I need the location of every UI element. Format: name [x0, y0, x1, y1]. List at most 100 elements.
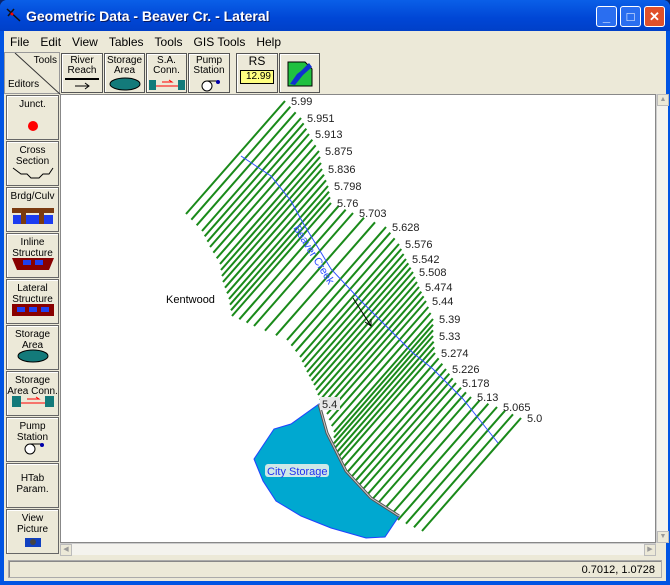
pump-station-editor-button[interactable]: Pump Station — [6, 417, 59, 462]
tools-editors-corner: Tools Editors — [4, 52, 61, 95]
editor-label: Storage — [14, 329, 51, 340]
rs-label: RS — [248, 54, 266, 68]
app-icon — [6, 8, 21, 22]
pump-station-button[interactable]: Pump Station — [188, 53, 230, 93]
status-bar: 0.7012, 1.0728 — [8, 560, 662, 578]
editor-label: Brdg/Culv — [10, 191, 55, 202]
junction-editor-button[interactable]: Junct. — [6, 95, 59, 140]
cross-section-label: 5.178 — [462, 378, 490, 390]
storage-area-connection-icon — [11, 393, 55, 412]
cross-section-label: 5.798 — [334, 181, 362, 193]
sa-conn-button[interactable]: S.A. Conn. — [146, 53, 187, 93]
lateral-structure-icon — [11, 303, 55, 320]
cross-section-label: 5.44 — [432, 296, 453, 308]
cross-section-line[interactable] — [335, 352, 436, 467]
minimize-button[interactable]: _ — [596, 6, 617, 27]
menu-bar: File Edit View Tables Tools GIS Tools He… — [4, 33, 286, 51]
editor-label: HTab — [20, 473, 45, 484]
storage-area-connection-editor-button[interactable]: Storage Area Conn. — [6, 371, 59, 416]
lateral-structure-label: 5.4 — [322, 399, 337, 411]
rs-tag-icon: 12.99 — [240, 70, 274, 84]
rs-button[interactable]: RS 12.99 — [236, 53, 278, 93]
menu-gis-tools[interactable]: GIS Tools — [188, 33, 251, 51]
town-label: Kentwood — [166, 294, 215, 306]
tools-label: Tools — [33, 55, 57, 66]
scroll-up-button[interactable]: ▲ — [657, 94, 669, 106]
schematic-map[interactable]: 5.99 5.951 5.913 5.875 5.836 5.798 5.765.703 5.… — [61, 95, 656, 543]
cross-section-label: 5.508 — [419, 267, 447, 279]
title-bar: Geometric Data - Beaver Cr. - Lateral _ … — [0, 0, 670, 31]
bridge-culvert-icon — [11, 207, 55, 228]
scroll-down-button[interactable]: ▼ — [657, 531, 669, 543]
cross-section-label: 5.576 — [405, 239, 433, 251]
bridge-culvert-editor-button[interactable]: Brdg/Culv — [6, 187, 59, 232]
menu-edit[interactable]: Edit — [34, 33, 66, 51]
horizontal-scrollbar[interactable]: ◀ ▶ — [60, 543, 656, 556]
scroll-left-button[interactable]: ◀ — [60, 544, 72, 556]
cross-section-line[interactable] — [203, 122, 305, 237]
gis-map-button[interactable] — [279, 53, 320, 93]
storage-area-label2: Area — [113, 65, 136, 76]
cross-section-line[interactable] — [366, 391, 467, 506]
cross-section-editor-button[interactable]: Cross Section — [6, 141, 59, 186]
cross-section-line[interactable] — [313, 271, 414, 386]
menu-tables[interactable]: Tables — [103, 33, 149, 51]
cross-section-label: 5.951 — [307, 113, 335, 125]
lateral-structure-editor-button[interactable]: Lateral Structure — [6, 279, 59, 324]
window: Geometric Data - Beaver Cr. - Lateral _ … — [0, 0, 670, 585]
sa-conn-label2: Conn. — [153, 65, 180, 76]
cross-section-label: 5.13 — [477, 392, 498, 404]
editor-label: Pump — [19, 421, 46, 432]
cross-section-label: 5.226 — [452, 364, 480, 376]
close-button[interactable]: ✕ — [644, 6, 665, 27]
river-reach-button[interactable]: River Reach — [61, 53, 103, 93]
editors-label: Editors — [8, 79, 40, 90]
cross-section-label: 5.875 — [325, 146, 353, 158]
storage-area-editor-button[interactable]: Storage Area — [6, 325, 59, 370]
inline-structure-editor-button[interactable]: Inline Structure — [6, 233, 59, 278]
menu-view[interactable]: View — [66, 33, 103, 51]
sa-connection-icon — [148, 79, 185, 90]
scroll-right-button[interactable]: ▶ — [644, 544, 656, 556]
cross-section-label: 5.474 — [425, 282, 453, 294]
editor-label: Cross — [19, 145, 46, 156]
cross-section-label: 5.76 — [337, 198, 358, 210]
editors-panel: Junct. Cross Section Brdg/Culv Inline Structu… — [6, 95, 59, 555]
cross-section-icon — [11, 165, 55, 182]
editor-label: View — [21, 513, 44, 524]
htab-param-editor-button[interactable]: HTab Param. — [6, 463, 59, 508]
menu-tools[interactable]: Tools — [149, 33, 188, 51]
cross-section-label: 5.0 — [527, 413, 542, 425]
cross-section-label: 5.33 — [439, 331, 460, 343]
window-title: Geometric Data - Beaver Cr. - Lateral — [26, 8, 270, 24]
river-reach-icon — [65, 78, 99, 90]
view-picture-editor-button[interactable]: View Picture — [6, 509, 59, 554]
cross-section-label: 5.39 — [439, 314, 460, 326]
pump-station-label2: Station — [193, 65, 225, 76]
storage-area-button[interactable]: Storage Area — [104, 53, 145, 93]
junction-icon — [26, 119, 40, 136]
maximize-button[interactable]: □ — [620, 6, 641, 27]
coordinate-readout: 0.7012, 1.0728 — [581, 564, 655, 576]
cross-section-label: 5.542 — [412, 254, 440, 266]
cross-section-label: 5.913 — [315, 129, 343, 141]
cross-section-line[interactable] — [201, 117, 302, 232]
editor-label: Param. — [16, 484, 49, 495]
editor-label: Storage — [14, 375, 51, 386]
cross-section-label: 5.628 — [392, 222, 420, 234]
cross-section-line[interactable] — [346, 368, 447, 483]
editor-label: Inline — [20, 237, 45, 248]
map-canvas[interactable]: 5.99 5.951 5.913 5.875 5.836 5.798 5.76 5.703 5.… — [60, 94, 656, 543]
vertical-scrollbar[interactable]: ▲ ▼ — [656, 94, 669, 543]
pump-icon — [201, 80, 220, 92]
cross-section-label: 5.703 — [359, 208, 387, 220]
editor-label: Picture — [16, 524, 49, 535]
river-reach-label2: Reach — [67, 65, 97, 76]
menu-help[interactable]: Help — [250, 33, 286, 51]
cross-section-line[interactable] — [349, 373, 451, 488]
cross-section-line[interactable] — [361, 387, 462, 502]
storage-area-icon — [109, 77, 140, 91]
menu-file[interactable]: File — [4, 33, 34, 51]
pump-station-icon — [18, 441, 48, 458]
storage-area-label: City Storage — [267, 466, 328, 478]
